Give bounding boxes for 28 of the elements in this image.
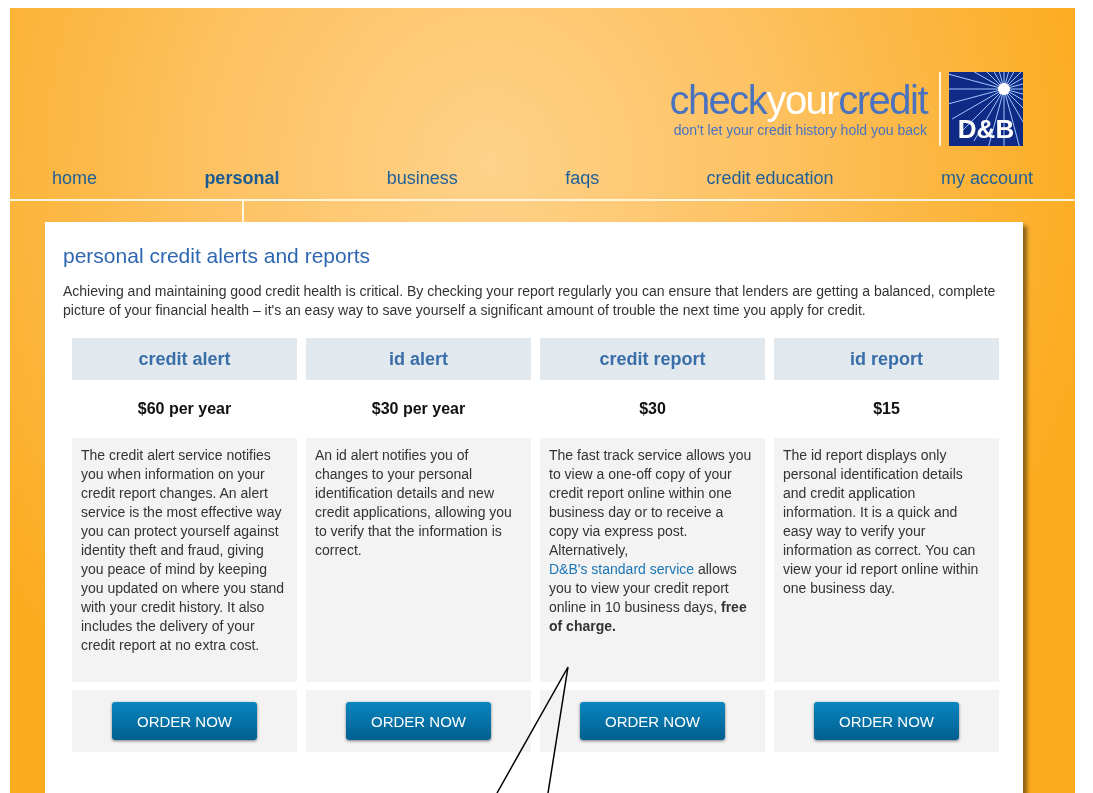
- plan-description: The fast track service allows you to view a one-off copy of your credit report online within one business day or to receive a copy via express post. Alternatively, D&B's standard service allows you to view your credit report online in 10 business days, free of charge.: [540, 438, 765, 682]
- plan-price: $30 per year: [370, 399, 467, 419]
- nav-link[interactable]: home: [52, 168, 98, 189]
- plan-name: credit report: [540, 338, 765, 380]
- plan-name: id alert: [306, 338, 531, 380]
- plan-name: credit alert: [72, 338, 297, 380]
- plan-description: The id report displays only personal identification details and credit application information. It is a quick and easy way to verify your information as correct. You can view your id report online within one business day.: [774, 438, 999, 682]
- plan-price: $60 per year: [136, 399, 233, 419]
- nav-link[interactable]: personal: [204, 168, 280, 189]
- nav-link[interactable]: faqs: [565, 168, 600, 189]
- page-title: personal credit alerts and reports: [63, 244, 371, 268]
- order-button[interactable]: ORDER NOW: [112, 702, 257, 740]
- sunburst-logo-icon: D&B: [949, 72, 1023, 146]
- order-button[interactable]: ORDER NOW: [346, 702, 491, 740]
- plan-description: The credit alert service notifies you when information on your credit report changes. An alert service is the most effective way you can protect yourself against identity theft and fraud, giving you peace of mind by keeping you updated on where you stand with your credit history. It also includes the delivery of your credit report at no extra cost.: [72, 438, 297, 682]
- nav-link[interactable]: credit education: [706, 168, 834, 189]
- order-button[interactable]: ORDER NOW: [814, 702, 959, 740]
- plan-name: id report: [774, 338, 999, 380]
- brand-name: checkyourcredit: [669, 80, 927, 120]
- service-link[interactable]: D&B's standard service: [549, 561, 695, 577]
- nav-link[interactable]: business: [386, 168, 458, 189]
- tagline: don't let your credit history hold you back: [673, 122, 927, 138]
- nav-link[interactable]: my account: [940, 168, 1033, 189]
- order-button[interactable]: ORDER NOW: [580, 702, 725, 740]
- plan-description: An id alert notifies you of changes to your personal identification details and new credit applications, allowing you to verify that the information is correct.: [306, 438, 531, 682]
- plan-price: $15: [872, 399, 901, 419]
- intro-paragraph: Achieving and maintaining good credit health is critical. By checking your report regularly you can ensure that lenders are getting a balanced, complete picture of your financial health – it's an easy way to save yourself a significant amount of trouble the next time you apply for credit.: [63, 282, 997, 320]
- plan-price: $30: [638, 399, 667, 419]
